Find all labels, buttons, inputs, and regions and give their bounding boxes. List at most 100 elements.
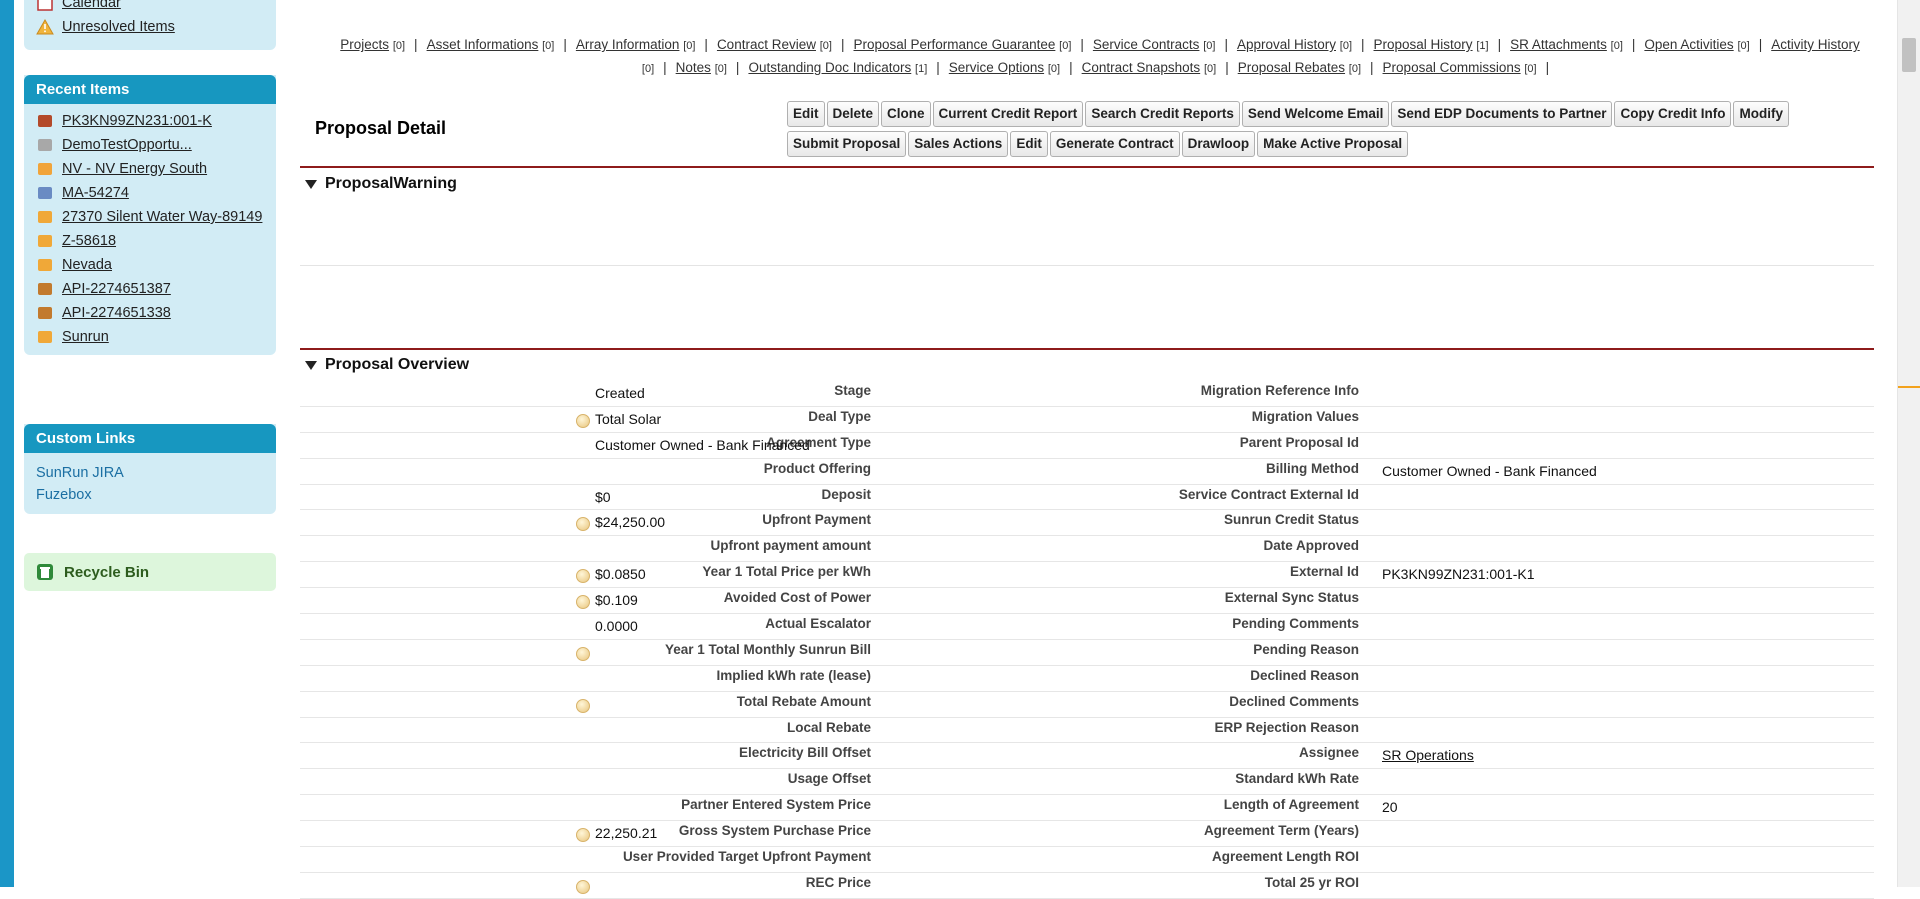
- related-link[interactable]: Proposal Rebates: [1238, 60, 1345, 75]
- recent-item[interactable]: NV - NV Energy South: [24, 157, 276, 181]
- help-bubble-icon[interactable]: [576, 646, 590, 661]
- send-edp-documents-to-partner-button[interactable]: Send EDP Documents to Partner: [1391, 101, 1613, 127]
- custom-link-sunrun-jira[interactable]: SunRun JIRA: [24, 462, 276, 484]
- related-link[interactable]: SR Attachments: [1510, 37, 1607, 52]
- recent-item-link[interactable]: MA-54274: [62, 184, 129, 202]
- help-bubble-icon[interactable]: [576, 595, 590, 610]
- proposal-overview-title: Proposal Overview: [325, 356, 470, 373]
- related-link[interactable]: Outstanding Doc Indicators: [748, 60, 911, 75]
- modify-button[interactable]: Modify: [1733, 101, 1789, 127]
- help-bubble-icon[interactable]: [576, 517, 590, 532]
- make-active-proposal-button[interactable]: Make Active Proposal: [1257, 131, 1409, 157]
- recent-item-link[interactable]: Nevada: [62, 256, 112, 274]
- recent-item-link[interactable]: DemoTestOpportu...: [62, 136, 192, 154]
- current-credit-report-button[interactable]: Current Credit Report: [932, 101, 1084, 127]
- related-link[interactable]: Service Contracts: [1093, 37, 1200, 52]
- proposal-warning-header[interactable]: ProposalWarning: [305, 175, 457, 193]
- recent-items-list: PK3KN99ZN231:001-K DemoTestOpportu... NV -…: [24, 104, 276, 355]
- field-value: PK3KN99ZN231:001-K1: [1382, 566, 1535, 583]
- recent-item[interactable]: PK3KN99ZN231:001-K: [24, 109, 276, 133]
- generate-contract-button[interactable]: Generate Contract: [1049, 131, 1180, 157]
- related-link[interactable]: Service Options: [949, 60, 1044, 75]
- related-link[interactable]: Activity History: [1771, 37, 1860, 52]
- help-bubble-icon[interactable]: [576, 698, 590, 713]
- related-link[interactable]: Contract Snapshots: [1082, 60, 1201, 75]
- vertical-scrollbar[interactable]: [1897, 0, 1920, 887]
- cookie-icon: [38, 307, 52, 319]
- related-link[interactable]: Proposal Commissions: [1383, 60, 1521, 75]
- related-link[interactable]: Open Activities: [1644, 37, 1733, 52]
- field-label: Electricity Bill Offset: [738, 745, 871, 761]
- submit-proposal-button[interactable]: Submit Proposal: [787, 131, 907, 157]
- recent-item[interactable]: DemoTestOpportu...: [24, 133, 276, 157]
- help-bubble-icon[interactable]: [576, 413, 590, 428]
- recent-item-link[interactable]: PK3KN99ZN231:001-K: [62, 112, 212, 130]
- proposal-overview-header[interactable]: Proposal Overview: [305, 356, 469, 374]
- sidebar-item-calendar[interactable]: Calendar: [24, 0, 276, 15]
- clone-button[interactable]: Clone: [881, 101, 931, 127]
- related-link-count: [0]: [1203, 40, 1216, 52]
- related-link[interactable]: Approval History: [1237, 37, 1336, 52]
- field-label: Parent Proposal Id: [1239, 434, 1359, 450]
- recent-item[interactable]: 27370 Silent Water Way-89149: [24, 205, 276, 229]
- related-link[interactable]: Array Information: [576, 37, 680, 52]
- link-separator: |: [1497, 37, 1502, 52]
- related-link[interactable]: Notes: [676, 60, 711, 75]
- recent-item[interactable]: API-2274651387: [24, 277, 276, 301]
- recent-item[interactable]: Nevada: [24, 253, 276, 277]
- field-value: $0.109: [595, 592, 638, 609]
- scrollbar-thumb[interactable]: [1902, 38, 1916, 72]
- field-value: $0.0850: [595, 566, 646, 583]
- field-row: Product Offering Billing Method Customer O…: [300, 459, 1874, 485]
- recent-item-link[interactable]: Z-58618: [62, 232, 116, 250]
- related-link[interactable]: Contract Review: [717, 37, 816, 52]
- sidebar-top-box: Calendar Unresolved Items: [24, 0, 276, 50]
- recent-item[interactable]: Sunrun: [24, 325, 276, 349]
- recent-item[interactable]: MA-54274: [24, 181, 276, 205]
- recent-item-link[interactable]: NV - NV Energy South: [62, 160, 207, 178]
- drawloop-button[interactable]: Drawloop: [1181, 131, 1256, 157]
- send-welcome-email-button[interactable]: Send Welcome Email: [1241, 101, 1390, 127]
- field-label: External Id: [1289, 564, 1359, 580]
- field-label: External Sync Status: [1224, 590, 1359, 606]
- recent-item-link[interactable]: 27370 Silent Water Way-89149: [62, 208, 262, 226]
- edit-button[interactable]: Edit: [787, 101, 825, 127]
- field-label: Local Rebate: [786, 719, 871, 735]
- copy-credit-info-button[interactable]: Copy Credit Info: [1614, 101, 1732, 127]
- field-value: Total Solar: [595, 410, 662, 427]
- related-link-count: [0]: [1524, 63, 1537, 75]
- related-link-count: [0]: [542, 40, 555, 52]
- assignee-link[interactable]: SR Operations: [1382, 747, 1474, 763]
- help-bubble-icon[interactable]: [576, 569, 590, 584]
- sidebar-calendar-link[interactable]: Calendar: [62, 0, 121, 12]
- sidebar-unresolved-link[interactable]: Unresolved Items: [62, 18, 175, 36]
- sidebar-item-unresolved[interactable]: Unresolved Items: [24, 15, 276, 39]
- field-label: Declined Reason: [1250, 667, 1359, 683]
- recent-item[interactable]: Z-58618: [24, 229, 276, 253]
- related-link[interactable]: Proposal Performance Guarantee: [854, 37, 1056, 52]
- field-label: Year 1 Total Monthly Sunrun Bill: [664, 641, 871, 657]
- recent-item-link[interactable]: API-2274651387: [62, 280, 171, 298]
- recycle-bin[interactable]: Recycle Bin: [24, 553, 276, 591]
- field-label: Year 1 Total Price per kWh: [702, 564, 871, 580]
- delete-button[interactable]: Delete: [826, 101, 880, 127]
- related-link[interactable]: Proposal History: [1374, 37, 1473, 52]
- field-label: Total 25 yr ROI: [1264, 874, 1359, 890]
- link-separator: |: [1069, 60, 1073, 75]
- proposal-warning-title: ProposalWarning: [325, 175, 457, 192]
- field-value: 22,250.21: [595, 825, 658, 842]
- related-link-count: [1]: [915, 63, 928, 75]
- field-row: User Provided Target Upfront Payment Agre…: [300, 847, 1874, 873]
- custom-link-fuzebox[interactable]: Fuzebox: [24, 484, 276, 506]
- help-bubble-icon[interactable]: [576, 828, 590, 843]
- search-credit-reports-button[interactable]: Search Credit Reports: [1085, 101, 1240, 127]
- sales-actions-button[interactable]: Sales Actions: [908, 131, 1009, 157]
- recent-item-link[interactable]: Sunrun: [62, 328, 109, 346]
- related-link[interactable]: Projects: [340, 37, 389, 52]
- recent-item[interactable]: API-2274651338: [24, 301, 276, 325]
- recent-items-box: Recent Items PK3KN99ZN231:001-K DemoTestO…: [24, 75, 276, 355]
- edit-button[interactable]: Edit: [1010, 131, 1048, 157]
- custom-links-list: SunRun JIRA Fuzebox: [24, 453, 276, 514]
- related-link[interactable]: Asset Informations: [427, 37, 539, 52]
- recent-item-link[interactable]: API-2274651338: [62, 304, 171, 322]
